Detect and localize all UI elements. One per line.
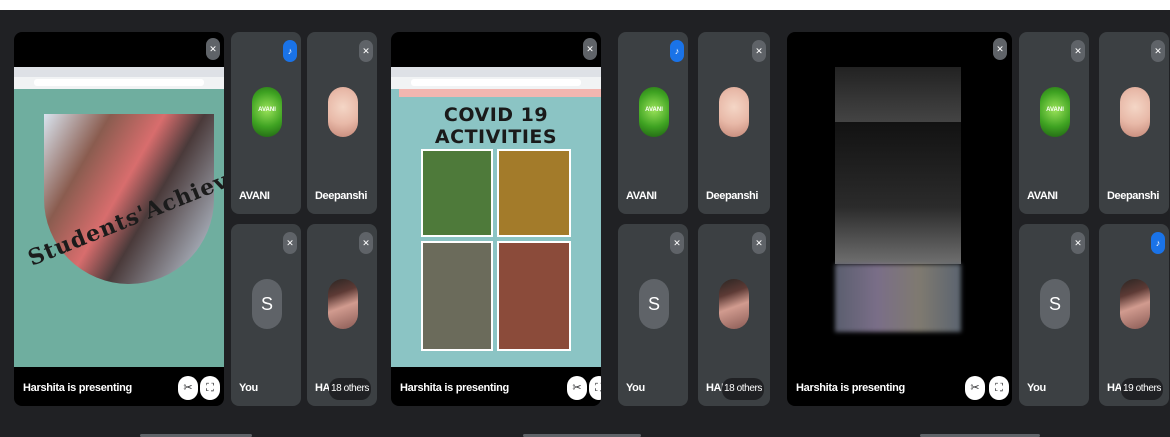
participant-name: Deepanshi <box>706 190 759 202</box>
participant-name: AVANI <box>1027 190 1058 202</box>
participant-name: You <box>1027 382 1046 394</box>
avatar <box>328 279 358 329</box>
mic-on-icon: ♪ <box>1151 232 1165 254</box>
avatar <box>328 87 358 137</box>
presenting-label: Harshita is presenting <box>796 382 905 394</box>
slide-title: COVID 19 ACTIVITIES <box>434 104 558 148</box>
participant-tile-deepanshi[interactable]: ✕ Deepanshi <box>307 32 377 214</box>
mic-off-icon: ✕ <box>583 38 597 60</box>
avatar <box>1120 87 1150 137</box>
presentation-tile[interactable]: ✕ Students'Achievement Harshita is prese… <box>14 32 224 406</box>
pin-icon[interactable]: ✂ <box>567 376 587 400</box>
participant-tile-hars[interactable]: ♪ HARS 19 others <box>1099 224 1169 406</box>
participant-name: Deepanshi <box>1107 190 1160 202</box>
participant-name: You <box>626 382 645 394</box>
mic-off-icon: ✕ <box>359 40 373 62</box>
participant-name: You <box>239 382 258 394</box>
mic-off-icon: ✕ <box>1071 40 1085 62</box>
avatar: S <box>639 279 669 329</box>
slide-students-achievement: Students'Achievement <box>14 89 224 367</box>
participant-name: Deepanshi <box>315 190 368 202</box>
meeting-panel-1: ✕ Students'Achievement Harshita is prese… <box>14 22 390 406</box>
presenting-label: Harshita is presenting <box>400 382 509 394</box>
others-count[interactable]: 18 others <box>329 378 371 400</box>
slide-covid-activities: COVID 19 ACTIVITIES <box>391 89 601 367</box>
avatar: S <box>1040 279 1070 329</box>
mic-off-icon: ✕ <box>670 232 684 254</box>
fullscreen-icon[interactable]: ⛶ <box>989 376 1009 400</box>
mic-off-icon: ✕ <box>283 232 297 254</box>
participant-tile-avani[interactable]: ♪ AVANI AVANI <box>231 32 301 214</box>
pin-icon[interactable]: ✂ <box>178 376 198 400</box>
others-count[interactable]: 19 others <box>1121 378 1163 400</box>
participant-tile-avani[interactable]: ♪ AVANI AVANI <box>618 32 688 214</box>
slide-photo-grid <box>421 149 571 369</box>
avatar: AVANI <box>639 87 669 137</box>
video-top <box>835 67 961 122</box>
meeting-panel-2: ✕ COVID 19 ACTIVITIES Harshita is presen… <box>391 22 770 406</box>
avatar: AVANI <box>252 87 282 137</box>
meeting-panel-3: ✕ Harshita is presenting ✂ ⛶ ✕ AVANI AVA… <box>787 22 1169 406</box>
avatar <box>719 279 749 329</box>
participant-tile-you[interactable]: ✕ S You <box>618 224 688 406</box>
fullscreen-icon[interactable]: ⛶ <box>589 376 601 400</box>
participant-tile-you[interactable]: ✕ S You <box>231 224 301 406</box>
mic-off-icon: ✕ <box>359 232 373 254</box>
presenting-label: Harshita is presenting <box>23 382 132 394</box>
participant-tile-hars[interactable]: ✕ HARS 18 others <box>698 224 770 406</box>
mic-off-icon: ✕ <box>1151 40 1165 62</box>
mic-off-icon: ✕ <box>206 38 220 60</box>
participant-tile-deepanshi[interactable]: ✕ Deepanshi <box>1099 32 1169 214</box>
shared-screen: COVID 19 ACTIVITIES <box>391 67 601 367</box>
mic-off-icon: ✕ <box>1071 232 1085 254</box>
participant-name: AVANI <box>239 190 270 202</box>
avatar: S <box>252 279 282 329</box>
mic-off-icon: ✕ <box>993 38 1007 60</box>
mic-off-icon: ✕ <box>752 232 766 254</box>
participant-tile-avani[interactable]: ✕ AVANI AVANI <box>1019 32 1089 214</box>
browser-chrome <box>14 67 224 89</box>
presentation-tile[interactable]: ✕ COVID 19 ACTIVITIES Harshita is presen… <box>391 32 601 406</box>
participant-tile-hars[interactable]: ✕ HARS 18 others <box>307 224 377 406</box>
mic-on-icon: ♪ <box>670 40 684 62</box>
participant-name: AVANI <box>626 190 657 202</box>
browser-chrome <box>391 67 601 89</box>
mic-on-icon: ♪ <box>283 40 297 62</box>
pin-icon[interactable]: ✂ <box>965 376 985 400</box>
others-count[interactable]: 18 others <box>722 378 764 400</box>
participant-tile-you[interactable]: ✕ S You <box>1019 224 1089 406</box>
avatar <box>719 87 749 137</box>
participant-tile-deepanshi[interactable]: ✕ Deepanshi <box>698 32 770 214</box>
video-blur <box>835 264 961 332</box>
presentation-tile[interactable]: ✕ Harshita is presenting ✂ ⛶ <box>787 32 1012 406</box>
avatar: AVANI <box>1040 87 1070 137</box>
avatar <box>1120 279 1150 329</box>
fullscreen-icon[interactable]: ⛶ <box>200 376 220 400</box>
shared-screen: Students'Achievement <box>14 67 224 367</box>
shared-video <box>835 122 961 264</box>
mic-off-icon: ✕ <box>752 40 766 62</box>
